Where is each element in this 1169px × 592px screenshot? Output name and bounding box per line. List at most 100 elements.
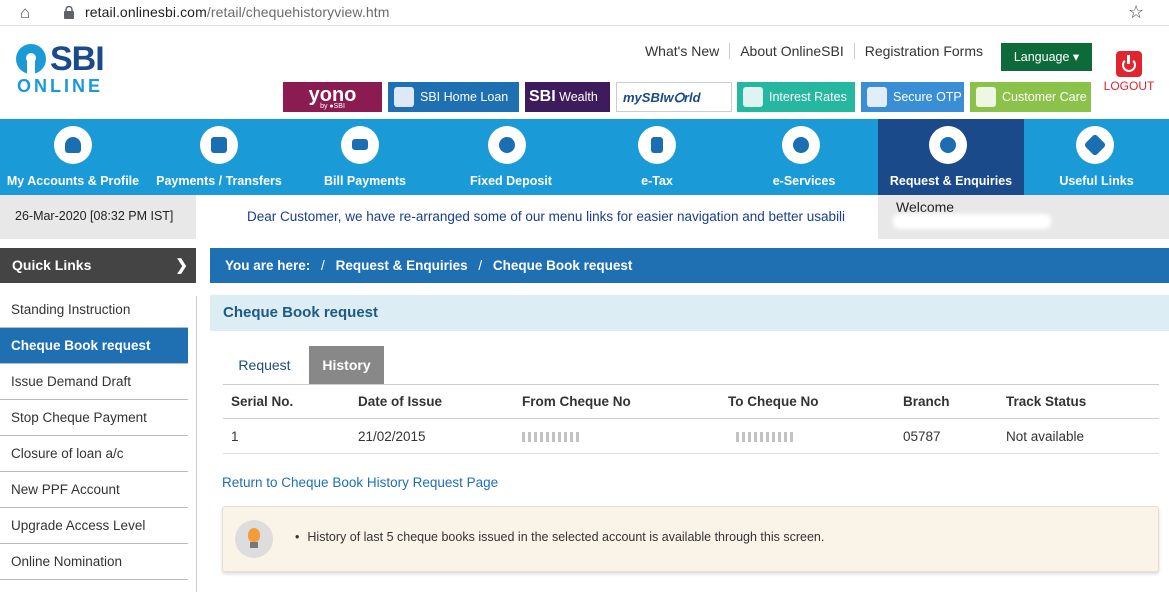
- content-panel: Cheque Book request Request History Seri…: [210, 295, 1169, 592]
- column-header-to-cheque: To Cheque No: [728, 394, 819, 409]
- quick-links-header[interactable]: Quick Links ❯: [0, 248, 196, 283]
- tax-icon: [638, 126, 676, 164]
- house-icon: [394, 86, 414, 107]
- breadcrumb-prefix: You are here:: [225, 258, 311, 273]
- nav-payments-transfers[interactable]: Payments / Transfers: [146, 119, 292, 195]
- phone-chat-icon: [929, 126, 967, 164]
- customer-care-button[interactable]: Customer Care: [970, 82, 1091, 112]
- secure-otp-label: Secure OTP: [893, 90, 962, 104]
- welcome-label: Welcome: [896, 199, 955, 215]
- agent-icon: [976, 86, 996, 107]
- quick-link-stop-cheque-payment[interactable]: Stop Cheque Payment: [0, 400, 188, 436]
- lightbulb-icon: [235, 520, 273, 558]
- nav-label: Useful Links: [1059, 174, 1134, 188]
- nav-request-enquiries[interactable]: Request & Enquiries: [878, 119, 1024, 195]
- yono-button[interactable]: yono by ●SBI: [283, 82, 382, 112]
- top-links: What's New About OnlineSBI Registration …: [635, 43, 993, 59]
- url-host: retail.onlinesbi.com: [85, 4, 207, 20]
- table-header: Serial No. Date of Issue From Cheque No …: [223, 385, 1159, 419]
- sidebar-divider: [196, 296, 197, 592]
- sbi-logo[interactable]: SBI ONLINE: [16, 40, 126, 96]
- about-onlinesbi-link[interactable]: About OnlineSBI: [730, 43, 855, 59]
- login-datetime: 26-Mar-2020 [08:32 PM IST]: [0, 195, 196, 239]
- logout-button[interactable]: LOGOUT: [1103, 51, 1155, 93]
- logo-text: SBI: [50, 40, 105, 78]
- yono-sublabel: by ●SBI: [320, 103, 345, 110]
- column-header-branch: Branch: [903, 394, 950, 409]
- nav-label: Fixed Deposit: [470, 174, 552, 188]
- tab-history[interactable]: History: [309, 346, 384, 384]
- breadcrumb-separator: /: [321, 258, 325, 273]
- welcome-box: Welcome: [878, 195, 1169, 239]
- nav-label: Request & Enquiries: [889, 174, 1013, 188]
- language-dropdown[interactable]: Language ▾: [1001, 43, 1092, 71]
- quick-links-title: Quick Links: [12, 257, 92, 273]
- lock-icon: [64, 6, 74, 19]
- nav-fixed-deposit[interactable]: Fixed Deposit: [438, 119, 584, 195]
- interest-rates-label: Interest Rates: [769, 90, 847, 104]
- cell-date: 21/02/2015: [358, 429, 426, 444]
- deposit-icon: [488, 126, 526, 164]
- quick-link-cheque-book-request[interactable]: Cheque Book request: [0, 328, 188, 364]
- transfer-icon: [200, 126, 238, 164]
- bill-icon: [341, 126, 379, 164]
- sbi-wealth-button[interactable]: SBI Wealth: [525, 82, 610, 112]
- sbiworld-button[interactable]: mySBIw⭘rld: [616, 82, 732, 112]
- logo-subtext: ONLINE: [17, 76, 104, 96]
- cell-serial: 1: [231, 429, 239, 444]
- redacted-username: [896, 217, 1048, 226]
- quick-link-online-nomination[interactable]: Online Nomination: [0, 544, 188, 580]
- percent-icon: [743, 86, 763, 107]
- power-icon: [1116, 51, 1142, 77]
- column-header-serial: Serial No.: [231, 394, 294, 409]
- browser-address-bar: ⌂ retail.onlinesbi.com/retail/chequehist…: [0, 0, 1169, 26]
- customer-care-label: Customer Care: [1002, 90, 1087, 104]
- quick-link-issue-demand-draft[interactable]: Issue Demand Draft: [0, 364, 188, 400]
- breadcrumb-request-enquiries[interactable]: Request & Enquiries: [336, 258, 468, 273]
- quick-link-new-ppf-account[interactable]: New PPF Account: [0, 472, 188, 508]
- column-header-date: Date of Issue: [358, 394, 443, 409]
- cell-track-status: Not available: [1006, 429, 1085, 444]
- bookmark-star-icon[interactable]: ☆: [1128, 2, 1144, 23]
- home-loan-button[interactable]: SBI Home Loan: [388, 82, 519, 112]
- info-note: History of last 5 cheque books issued in…: [222, 506, 1159, 572]
- home-icon[interactable]: ⌂: [20, 4, 38, 22]
- column-header-track-status: Track Status: [1006, 394, 1087, 409]
- site-header: SBI ONLINE What's New About OnlineSBI Re…: [0, 27, 1169, 119]
- column-header-from-cheque: From Cheque No: [522, 394, 631, 409]
- table-row: 1 21/02/2015 05787 Not available: [223, 420, 1159, 454]
- breadcrumb: You are here: / Request & Enquiries / Ch…: [210, 248, 1169, 283]
- tab-request[interactable]: Request: [223, 346, 306, 384]
- registration-forms-link[interactable]: Registration Forms: [855, 43, 993, 59]
- cell-to-cheque-redacted: [728, 420, 796, 454]
- links-icon: [1076, 126, 1114, 164]
- url-path: /retail/chequehistoryview.htm: [206, 4, 390, 20]
- nav-label: My Accounts & Profile: [6, 174, 140, 188]
- secure-otp-button[interactable]: Secure OTP: [861, 82, 964, 112]
- info-note-text: History of last 5 cheque books issued in…: [295, 530, 824, 544]
- cell-branch: 05787: [903, 429, 941, 444]
- user-icon: [54, 126, 92, 164]
- nav-label: Payments / Transfers: [156, 174, 282, 188]
- cell-from-cheque-redacted: [522, 420, 580, 454]
- whats-new-link[interactable]: What's New: [635, 43, 731, 59]
- announcement-marquee: Dear Customer, we have re-arranged some …: [247, 209, 846, 224]
- quick-link-upgrade-access-level[interactable]: Upgrade Access Level: [0, 508, 188, 544]
- quick-link-standing-instruction[interactable]: Standing Instruction: [0, 292, 188, 328]
- lock-otp-icon: [867, 86, 887, 107]
- home-loan-label: SBI Home Loan: [420, 90, 509, 104]
- wealth-brand: SBI: [529, 88, 556, 105]
- logout-label: LOGOUT: [1103, 79, 1155, 93]
- nav-my-accounts[interactable]: My Accounts & Profile: [0, 119, 146, 195]
- interest-rates-button[interactable]: Interest Rates: [737, 82, 855, 112]
- nav-e-tax[interactable]: e-Tax: [584, 119, 730, 195]
- wealth-label: Wealth: [559, 90, 598, 104]
- nav-bill-payments[interactable]: Bill Payments: [292, 119, 438, 195]
- nav-useful-links[interactable]: Useful Links: [1024, 119, 1169, 195]
- nav-label: e-Tax: [641, 174, 673, 188]
- return-to-history-link[interactable]: Return to Cheque Book History Request Pa…: [222, 475, 498, 490]
- nav-e-services[interactable]: e-Services: [730, 119, 878, 195]
- quick-link-closure-of-loan[interactable]: Closure of loan a/c: [0, 436, 188, 472]
- url-field[interactable]: retail.onlinesbi.com/retail/chequehistor…: [85, 4, 390, 20]
- breadcrumb-cheque-book-request: Cheque Book request: [492, 258, 633, 273]
